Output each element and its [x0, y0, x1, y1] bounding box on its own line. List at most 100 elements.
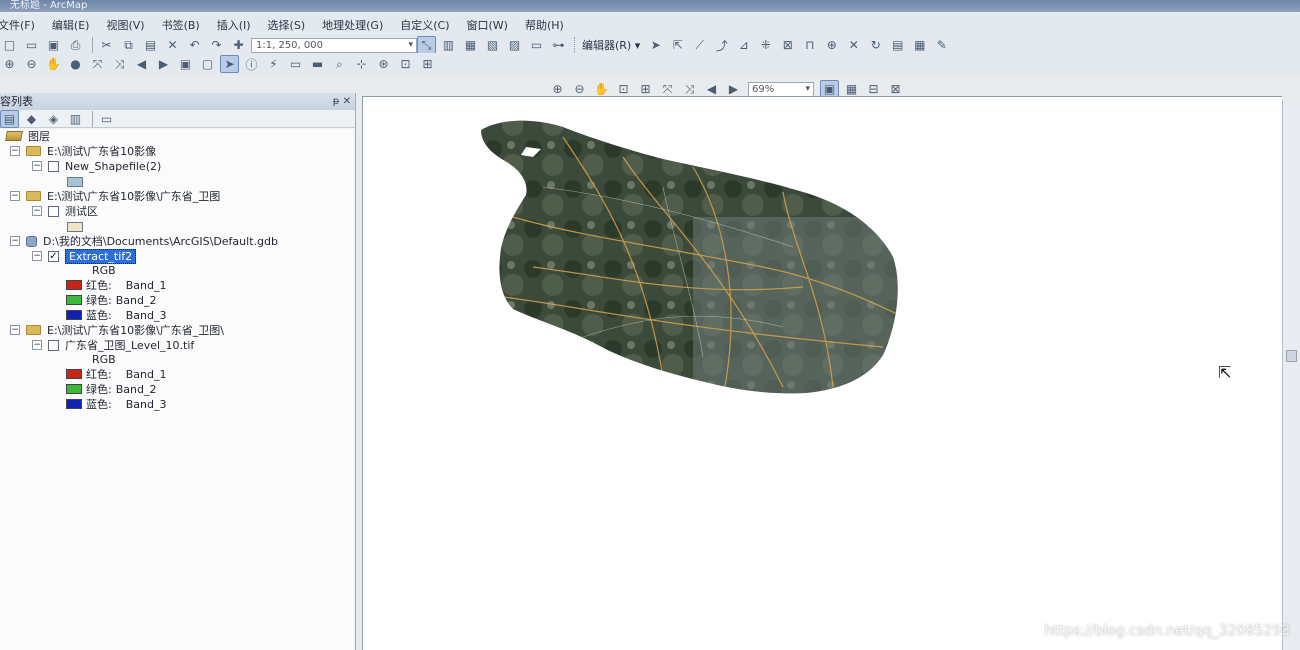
band-name: Band_2: [115, 293, 157, 307]
collapse-icon[interactable]: −: [32, 206, 42, 216]
find-icon[interactable]: ⌕: [330, 55, 349, 73]
layer-visibility-checkbox[interactable]: [48, 339, 59, 351]
fixed-zoom-out-icon[interactable]: ⤨: [110, 55, 129, 73]
edit-tool-icon[interactable]: ➤: [646, 36, 665, 54]
copy-icon[interactable]: ⧉: [119, 36, 138, 54]
split-line-icon[interactable]: ✕: [844, 36, 863, 54]
full-extent-icon[interactable]: ●: [66, 55, 85, 73]
rotate-icon[interactable]: ↻: [866, 36, 885, 54]
toc-layer[interactable]: − New_Shapefile(2): [32, 159, 161, 173]
list-by-visibility-icon[interactable]: ◈: [44, 110, 63, 128]
collapse-icon[interactable]: −: [32, 251, 42, 261]
edit-annotation-icon[interactable]: ⇱: [668, 36, 687, 54]
layer-visibility-checkbox[interactable]: [48, 160, 59, 172]
menu-view[interactable]: 视图(V): [106, 17, 153, 33]
select-features-icon[interactable]: ▣: [176, 55, 195, 73]
menu-help[interactable]: 帮助(H): [525, 17, 573, 33]
editor-toolbar-icon[interactable]: ⤡: [417, 36, 436, 54]
layer-symbol[interactable]: [67, 177, 83, 187]
menu-geoprocessing[interactable]: 地理处理(G): [322, 17, 392, 33]
collapse-icon[interactable]: −: [10, 191, 20, 201]
back-extent-icon[interactable]: ◀: [132, 55, 151, 73]
magnifier-icon[interactable]: ⊞: [418, 55, 437, 73]
toc-group[interactable]: − E:\测试\广东省10影像\广东省_卫图: [10, 189, 220, 203]
map-view[interactable]: [362, 96, 1282, 650]
toc-options-icon[interactable]: ▭: [97, 110, 116, 128]
collapse-icon[interactable]: −: [10, 325, 20, 335]
separator: [92, 110, 93, 127]
attributes-icon[interactable]: ▤: [888, 36, 907, 54]
list-by-source-icon[interactable]: ◆: [22, 110, 41, 128]
collapse-icon[interactable]: −: [10, 236, 20, 246]
open-icon[interactable]: ▭: [22, 36, 41, 54]
print-icon[interactable]: ⎙: [66, 36, 85, 54]
catalog-icon[interactable]: ▦: [461, 36, 480, 54]
scrollbar-thumb[interactable]: [1286, 350, 1297, 362]
fixed-zoom-in-icon[interactable]: ⤧: [88, 55, 107, 73]
new-document-icon[interactable]: □: [0, 36, 19, 54]
zoom-in-icon[interactable]: ⊕: [0, 55, 19, 73]
undo-icon[interactable]: ↶: [185, 36, 204, 54]
clear-selection-icon[interactable]: ▢: [198, 55, 217, 73]
arctoolbox-icon[interactable]: ▨: [505, 36, 524, 54]
cut-polygons-icon[interactable]: ⊕: [822, 36, 841, 54]
collapse-icon[interactable]: −: [32, 340, 42, 350]
straight-segment-icon[interactable]: ⟋: [690, 36, 709, 54]
select-elements-icon[interactable]: ➤: [220, 55, 239, 73]
redo-icon[interactable]: ↷: [207, 36, 226, 54]
paste-icon[interactable]: ▤: [141, 36, 160, 54]
model-builder-icon[interactable]: ⊶: [549, 36, 568, 54]
edit-vertices-icon[interactable]: ⊠: [778, 36, 797, 54]
add-data-icon[interactable]: ✚: [229, 36, 248, 54]
layer-visibility-checkbox[interactable]: [48, 205, 59, 217]
forward-extent-icon[interactable]: ▶: [154, 55, 173, 73]
menu-insert[interactable]: 插入(I): [217, 17, 260, 33]
toc-layer[interactable]: − 广东省_卫图_Level_10.tif: [32, 338, 194, 352]
menu-edit[interactable]: 编辑(E): [52, 17, 99, 33]
layer-symbol[interactable]: [67, 222, 83, 232]
menu-selection[interactable]: 选择(S): [268, 17, 315, 33]
menu-windows[interactable]: 窗口(W): [467, 17, 517, 33]
table-of-contents-icon[interactable]: ▥: [439, 36, 458, 54]
search-window-icon[interactable]: ▧: [483, 36, 502, 54]
split-tool-icon[interactable]: ⁜: [756, 36, 775, 54]
editor-menu[interactable]: 编辑器(R) ▾: [582, 37, 640, 53]
collapse-icon[interactable]: −: [10, 146, 20, 156]
go-to-xy-icon[interactable]: ⊛: [374, 55, 393, 73]
python-icon[interactable]: ▭: [527, 36, 546, 54]
menu-customize[interactable]: 自定义(C): [400, 17, 458, 33]
menu-bookmarks[interactable]: 书签(B): [162, 17, 209, 33]
delete-icon[interactable]: ✕: [163, 36, 182, 54]
identify-icon[interactable]: ⓘ: [242, 55, 261, 73]
pan-icon[interactable]: ✋: [44, 55, 63, 73]
toc-group[interactable]: − D:\我的文档\Documents\ArcGIS\Default.gdb: [10, 234, 278, 248]
html-popup-icon[interactable]: ▭: [286, 55, 305, 73]
create-features-icon[interactable]: ✎: [932, 36, 951, 54]
construction-tools-icon[interactable]: ⊿: [734, 36, 753, 54]
save-icon[interactable]: ▣: [44, 36, 63, 54]
hyperlink-icon[interactable]: ⚡: [264, 55, 283, 73]
reshape-icon[interactable]: ⊓: [800, 36, 819, 54]
layout-zoom-select[interactable]: 69%: [748, 81, 814, 97]
measure-icon[interactable]: ▬: [308, 55, 327, 73]
list-by-selection-icon[interactable]: ▥: [66, 110, 85, 128]
sketch-properties-icon[interactable]: ▦: [910, 36, 929, 54]
collapse-icon[interactable]: −: [32, 161, 42, 171]
map-scale-select[interactable]: 1:1, 250, 000: [251, 37, 417, 53]
layer-name-selected[interactable]: Extract_tif2: [65, 248, 137, 264]
layer-visibility-checkbox[interactable]: ✓: [48, 250, 59, 262]
zoom-out-icon[interactable]: ⊖: [22, 55, 41, 73]
toc-pin-close-buttons[interactable]: ᵽ ✕: [333, 93, 351, 110]
menu-file[interactable]: 文件(F): [0, 17, 44, 33]
trace-icon[interactable]: ⤴: [712, 36, 731, 54]
map-vertical-scrollbar[interactable]: [1282, 100, 1300, 650]
toc-layer[interactable]: − ✓ Extract_tif2: [32, 248, 137, 264]
cut-icon[interactable]: ✂: [97, 36, 116, 54]
find-route-icon[interactable]: ⊹: [352, 55, 371, 73]
toc-group[interactable]: − E:\测试\广东省10影像: [10, 144, 156, 158]
toc-layer[interactable]: − 测试区: [32, 204, 98, 218]
toc-group[interactable]: − E:\测试\广东省10影像\广东省_卫图\: [10, 323, 224, 337]
list-by-drawing-order-icon[interactable]: ▤: [0, 109, 19, 128]
toc-root[interactable]: 图层: [5, 129, 50, 143]
time-slider-icon[interactable]: ⊡: [396, 55, 415, 73]
